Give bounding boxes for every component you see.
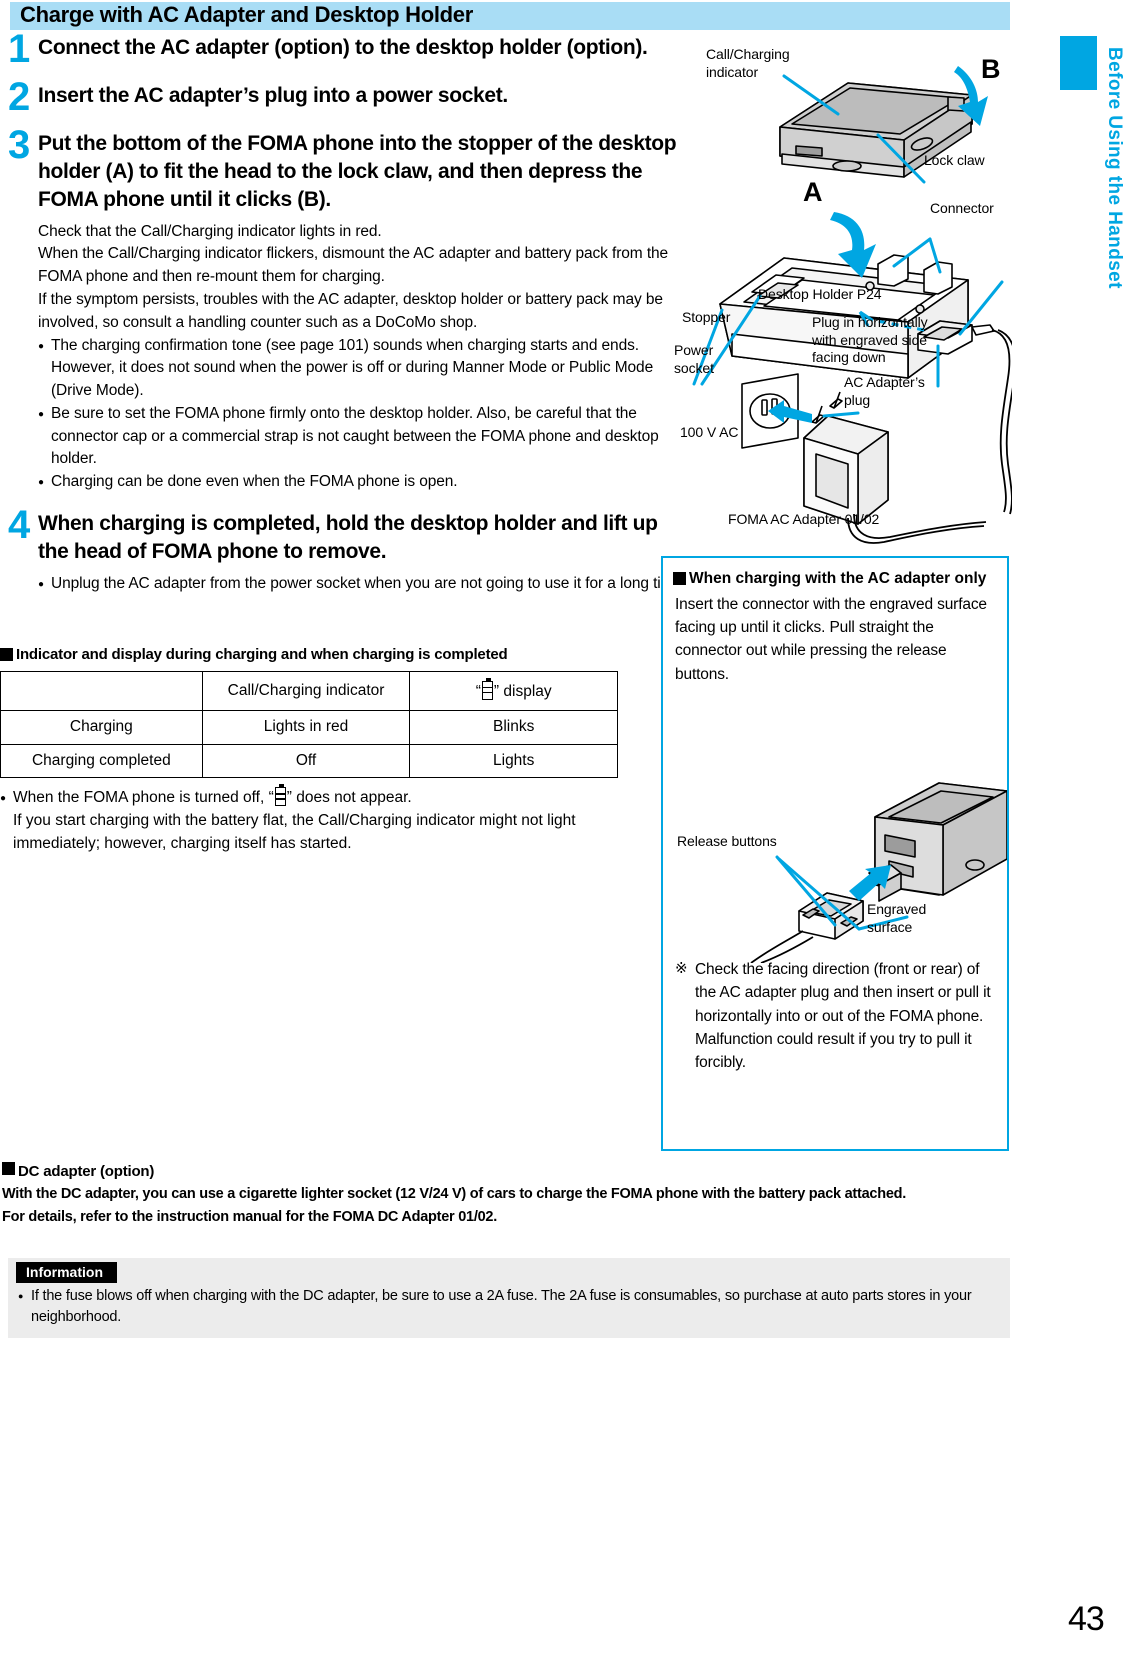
label-lock-claw: Lock claw (924, 152, 985, 168)
battery-icon (481, 677, 493, 700)
instructions-column: 1 Connect the AC adapter (option) to the… (0, 29, 690, 856)
charging-status-table: Call/Charging indicator “ ” display Charg… (0, 670, 618, 779)
label-plug-in-horizontally: Plug in horizontally with engraved side … (812, 314, 928, 365)
step-4-bullet: Unplug the AC adapter from the power soc… (38, 573, 690, 596)
chapter-tab-marker (1060, 36, 1097, 90)
table-header-display: “ ” display (409, 670, 618, 712)
step-2: 2 Insert the AC adapter’s plug into a po… (0, 77, 690, 117)
label-power-socket: Power socket (674, 342, 714, 376)
row-indicator: Off (201, 743, 411, 779)
step-3: 3 Put the bottom of the FOMA phone into … (0, 125, 690, 494)
table-row: Charging completed Off Lights (0, 743, 618, 779)
page-number: 43 (1068, 1600, 1105, 1638)
step-2-number: 2 (8, 74, 31, 119)
connector-insert-figure: Release buttons Engraved surface (663, 773, 1007, 963)
note-box-footnote: ※ Check the facing direction (front or r… (675, 958, 997, 1074)
row-display: Blinks (409, 710, 618, 745)
indicator-note: When the FOMA phone is turned off, “ ” do… (0, 784, 690, 855)
label-foma-ac-adapter: FOMA AC Adapter 01/02 (728, 511, 880, 527)
step-3-bullet: Be sure to set the FOMA phone firmly ont… (38, 403, 690, 471)
step-3-bullet: Charging can be done even when the FOMA … (38, 471, 690, 494)
dc-adapter-line: For details, refer to the instruction ma… (2, 1208, 498, 1225)
step-3-heading: Put the bottom of the FOMA phone into th… (38, 131, 677, 211)
step-4-body: Unplug the AC adapter from the power soc… (38, 573, 690, 596)
row-indicator: Lights in red (201, 710, 411, 745)
row-display: Lights (409, 743, 618, 779)
table-header-blank (0, 670, 203, 712)
step-2-heading: Insert the AC adapter’s plug into a powe… (38, 83, 508, 107)
dc-adapter-section: DC adapter (option) With the DC adapter,… (2, 1160, 1012, 1228)
charging-setup-figure: Call/Charging indicator B A Lock claw Co… (672, 34, 1012, 544)
label-connector: Connector (930, 200, 994, 216)
step-1: 1 Connect the AC adapter (option) to the… (0, 29, 690, 69)
information-label: Information (16, 1262, 117, 1283)
square-bullet-icon (673, 572, 686, 585)
indicator-note-line: If you start charging with the battery f… (13, 812, 576, 830)
note-box-footnote-text: Check the facing direction (front or rea… (695, 961, 991, 1071)
connector-insert-illustration (750, 782, 1007, 963)
chapter-sidebar: Before Using the Handset (1055, 0, 1135, 1664)
label-desktop-holder: Desktop Holder P24 (758, 286, 882, 302)
ac-adapter-only-note-box: When charging with the AC adapter only I… (661, 556, 1009, 1151)
reference-mark-icon: ※ (675, 960, 688, 977)
dc-adapter-heading-text: DC adapter (option) (18, 1163, 155, 1180)
square-bullet-icon (0, 647, 13, 661)
indicator-note-bullet: When the FOMA phone is turned off, “ ” do… (0, 784, 690, 810)
label-call-charging-indicator: Call/Charging indicator (706, 46, 790, 80)
step-3-body-line: Check that the Call/Charging indicator l… (38, 222, 382, 240)
indicator-note-line: immediately; however, charging itself ha… (13, 834, 352, 852)
label-release-buttons: Release buttons (677, 833, 777, 849)
row-label: Charging (0, 710, 203, 745)
step-1-number: 1 (8, 27, 31, 71)
step-4-heading: When charging is completed, hold the des… (38, 511, 658, 563)
row-label: Charging completed (0, 743, 203, 779)
step-3-body-line: When the Call/Charging indicator flicker… (38, 245, 669, 286)
note-suffix: ” does not appear. (286, 789, 412, 807)
square-bullet-icon (2, 1162, 15, 1175)
table-row: Charging Lights in red Blinks (0, 710, 618, 745)
quote-open: “ (475, 682, 481, 700)
information-box: Information If the fuse blows off when c… (8, 1258, 1010, 1339)
chapter-label: Before Using the Handset (1104, 47, 1125, 289)
display-suffix: ” display (493, 682, 552, 700)
note-box-heading: When charging with the AC adapter only (673, 569, 995, 590)
label-letter-a: A (803, 177, 823, 207)
step-1-heading: Connect the AC adapter (option) to the d… (38, 36, 648, 59)
dc-adapter-heading: DC adapter (option) (2, 1160, 1012, 1183)
information-text: If the fuse blows off when charging with… (18, 1286, 1000, 1328)
note-prefix: When the FOMA phone is turned off, “ (13, 789, 274, 807)
indicator-section-heading-text: Indicator and display during charging an… (16, 645, 508, 663)
label-engraved-surface: Engraved surface (867, 901, 927, 935)
step-4-number: 4 (8, 502, 31, 547)
label-stopper: Stopper (682, 309, 731, 325)
page-title: Charge with AC Adapter and Desktop Holde… (20, 2, 474, 27)
manual-page: Charge with AC Adapter and Desktop Holde… (0, 0, 1135, 1664)
step-3-body-line: If the symptom persists, troubles with t… (38, 290, 663, 331)
label-letter-b: B (981, 54, 1001, 84)
table-header-indicator: Call/Charging indicator (201, 670, 411, 712)
step-3-bullet: The charging confirmation tone (see page… (38, 335, 690, 403)
step-3-number: 3 (8, 122, 31, 167)
note-box-body: Insert the connector with the engraved s… (675, 595, 987, 683)
dc-adapter-line: With the DC adapter, you can use a cigar… (2, 1186, 907, 1203)
note-box-heading-text: When charging with the AC adapter only (689, 570, 987, 587)
label-ac-adapter-plug: AC Adapter’s plug (844, 374, 925, 408)
battery-icon (274, 784, 286, 807)
indicator-section-heading: Indicator and display during charging an… (0, 646, 690, 663)
step-4: 4 When charging is completed, hold the d… (0, 505, 690, 596)
table-header-row: Call/Charging indicator “ ” display (0, 670, 618, 712)
label-voltage: 100 V AC (680, 424, 739, 440)
step-3-body: Check that the Call/Charging indicator l… (38, 221, 690, 494)
